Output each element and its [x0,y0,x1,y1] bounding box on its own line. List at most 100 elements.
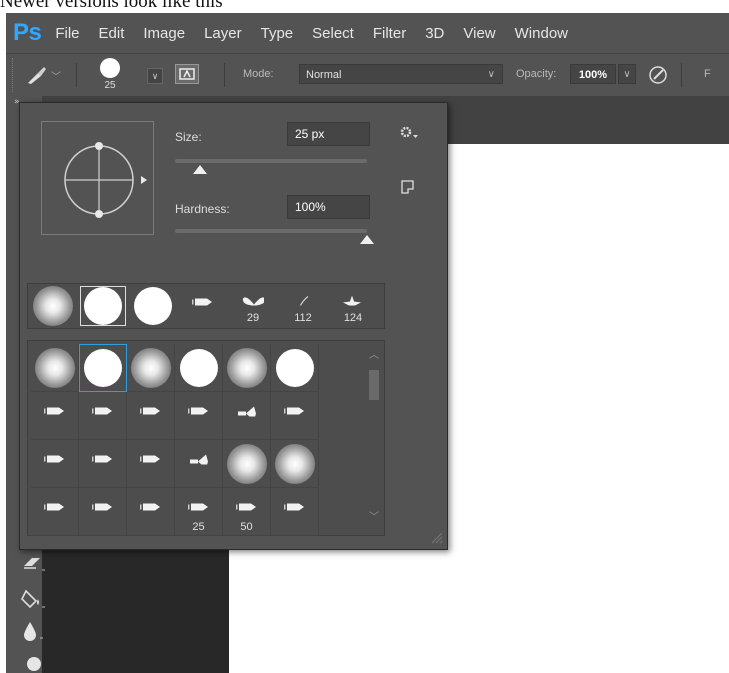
brush-preset-cell[interactable] [31,392,79,440]
brush-preset-cell[interactable] [175,392,223,440]
menu-file[interactable]: File [55,25,79,42]
recent-brush-preset[interactable] [30,286,76,326]
brush-preset-cell[interactable] [79,440,127,488]
menu-filter[interactable]: Filter [373,25,406,42]
hardness-input[interactable]: 100% [287,195,370,219]
brush-preset-cell[interactable] [127,344,175,392]
brush-angle-preview[interactable] [41,121,154,235]
brush-preset-cell[interactable]: 50 [223,488,271,536]
brush-presets-grid: ︿ ﹀ 25 50 [27,340,385,536]
brush-preset-cell[interactable] [31,488,79,536]
brush-preset-cell[interactable] [271,392,319,440]
menu-window[interactable]: Window [515,25,568,42]
eraser-tool-icon[interactable] [20,552,50,574]
soft-round-brush-icon [226,443,267,484]
menu-3d[interactable]: 3D [425,25,444,42]
recent-brush-preset[interactable] [80,286,126,326]
hardness-slider-thumb[interactable] [360,235,374,244]
recent-brush-preset[interactable]: 29 [230,286,276,326]
brush-preset-cell[interactable] [175,440,223,488]
brush-panel-toggle-icon[interactable] [175,64,199,84]
soft-round-brush-icon [33,286,73,326]
recent-brush-preset[interactable] [130,286,176,326]
menu-select[interactable]: Select [312,25,354,42]
leaf-brush-icon [343,295,361,306]
tool-preset-chevron-icon[interactable]: ﹀ [51,68,61,83]
brush-size-indicator: 25 [104,80,116,91]
brush-preset-cell[interactable]: 25 [175,488,223,536]
chevron-down-icon: ∨ [487,69,495,80]
mode-dropdown[interactable]: Normal ∨ [299,64,503,84]
blur-tool-icon[interactable] [22,620,50,644]
brush-tip-icon [91,455,112,463]
recent-brushes-row: 29 112 124 [27,283,385,329]
brush-tip-icon [187,503,208,511]
resize-grip-icon[interactable] [430,531,444,545]
dodge-tool-icon[interactable] [26,654,46,673]
pressure-opacity-icon[interactable] [647,64,669,86]
size-slider-track[interactable] [175,159,367,163]
brush-preset-cell[interactable] [223,344,271,392]
menu-view[interactable]: View [463,25,495,42]
brush-preset-cell[interactable] [271,344,319,392]
opacity-label: Opacity: [516,68,557,80]
brush-preset-cell[interactable] [79,344,127,392]
brush-preset-cell[interactable] [271,488,319,536]
size-input[interactable]: 25 px [287,122,370,146]
scroll-down-icon[interactable]: ﹀ [369,508,379,523]
fan-brush-icon [237,406,256,417]
scroll-thumb[interactable] [369,370,379,400]
brush-tip-icon [43,407,64,415]
recent-brush-preset[interactable]: 124 [330,286,376,326]
new-preset-icon[interactable] [400,179,416,195]
brush-preset-cell[interactable] [127,440,175,488]
recent-brush-preset[interactable]: 112 [280,286,326,326]
menu-bar: Ps File Edit Image Layer Type Select Fil… [6,13,729,53]
menu-layer[interactable]: Layer [204,25,242,42]
paint-bucket-tool-icon[interactable] [20,585,50,611]
preset-dropdown-chevron-icon[interactable]: ∨ [147,68,163,84]
brush-preset-cell[interactable] [79,392,127,440]
brush-preset-cell[interactable] [127,392,175,440]
soft-round-brush-icon [34,347,75,388]
hard-round-brush-icon [275,348,314,387]
brush-size-label: 112 [294,312,312,324]
hardness-slider-track[interactable] [175,229,367,233]
stroke-brush-icon [299,296,309,306]
butterfly-brush-icon [242,297,264,306]
brush-tip-icon [43,455,64,463]
brush-preset-cell[interactable] [223,392,271,440]
opacity-chevron-icon[interactable]: ∨ [618,64,636,84]
hard-round-brush-icon [134,287,172,325]
brush-tool-icon[interactable] [24,64,48,86]
recent-brush-preset[interactable] [180,286,226,326]
brush-preset-cell[interactable] [79,488,127,536]
hard-round-brush-icon [84,349,122,387]
menu-edit[interactable]: Edit [99,25,125,42]
brush-preset-cell[interactable] [31,440,79,488]
brush-size-label: 29 [246,312,260,324]
grip-handle[interactable] [12,58,19,92]
menu-image[interactable]: Image [143,25,185,42]
brush-preset-cell[interactable] [223,440,271,488]
presets-scrollbar[interactable]: ︿ ﹀ [367,346,383,532]
soft-round-brush-icon [130,347,171,388]
brush-preset-cell[interactable] [175,344,223,392]
flow-label-cutoff: F [704,68,711,80]
opacity-field[interactable]: 100% [570,64,616,84]
brush-preset-picker[interactable]: 25 [96,58,136,94]
brush-tip-icon [43,503,64,511]
brush-preset-cell[interactable] [127,488,175,536]
brush-preview-icon [100,58,120,78]
brush-preset-cell[interactable] [31,344,79,392]
fan-brush-icon [189,454,208,465]
menu-type[interactable]: Type [261,25,294,42]
soft-round-brush-icon [226,347,267,388]
brush-preset-cell[interactable] [271,440,319,488]
brush-size-label: 50 [240,521,253,533]
brush-tip-icon [283,407,304,415]
size-slider-thumb[interactable] [192,165,207,174]
scroll-up-icon[interactable]: ︿ [369,346,379,361]
gear-icon[interactable] [398,123,420,141]
mode-value: Normal [306,69,342,81]
